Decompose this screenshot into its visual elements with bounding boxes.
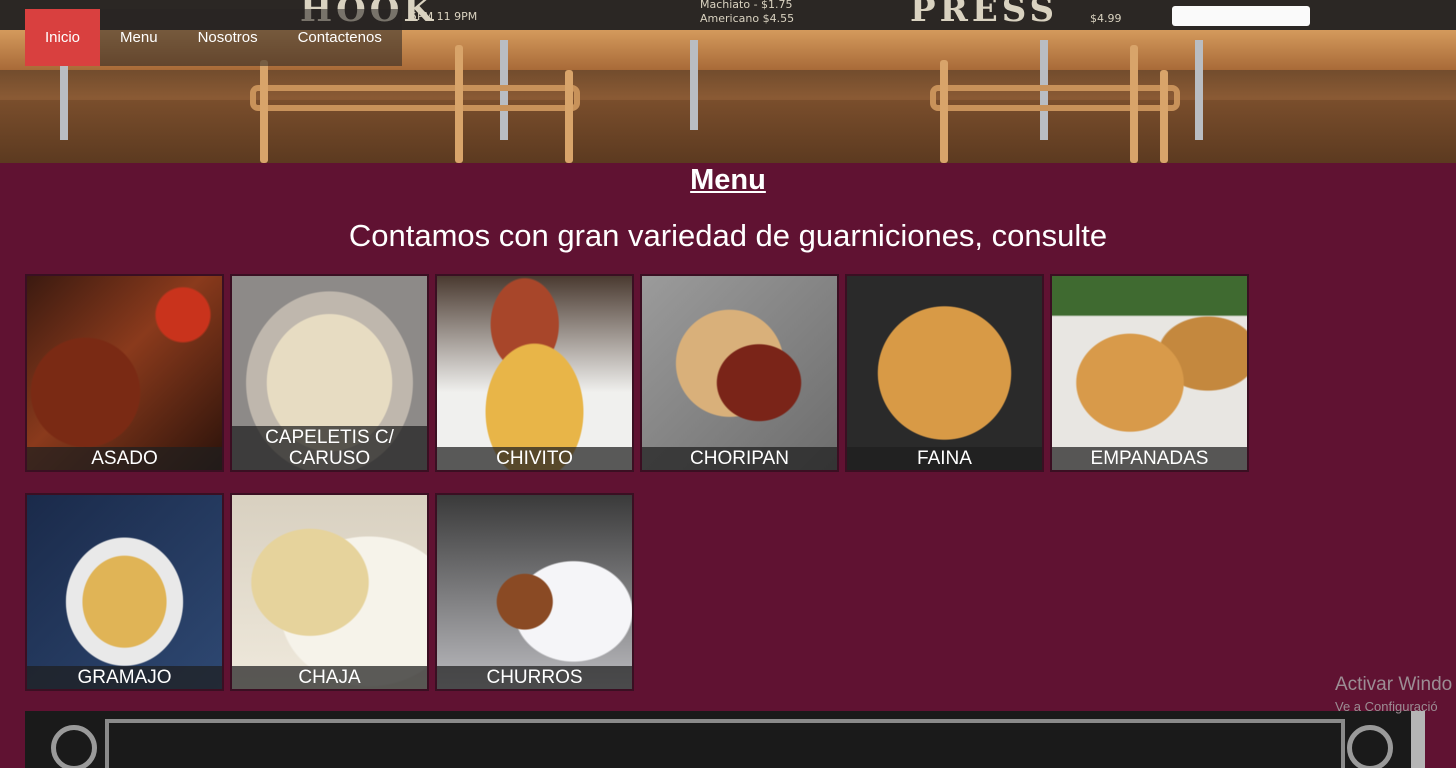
chalkboard-small-3: Americano $4.55 — [700, 12, 795, 25]
windows-activation-watermark: Activar Windo Ve a Configuració — [1335, 674, 1452, 714]
banner-ornament — [51, 725, 97, 768]
chair-leg — [1130, 45, 1138, 163]
choripan-image — [642, 276, 837, 470]
menu-grid: ASADO CAPELETIS C/ CARUSO CHIVITO CHORIP… — [25, 274, 1255, 691]
menu-card-label: ASADO — [27, 447, 222, 470]
menu-card-choripan[interactable]: CHORIPAN — [640, 274, 839, 472]
chair-leg — [1160, 70, 1168, 163]
menu-card-chaja[interactable]: CHAJA — [230, 493, 429, 691]
nav-item-contactenos[interactable]: Contactenos — [278, 9, 402, 66]
chair-seat — [930, 85, 1180, 111]
stool-pole — [690, 40, 698, 130]
faina-image — [847, 276, 1042, 470]
chair-leg — [260, 60, 268, 163]
chair-leg — [565, 70, 573, 163]
nav-item-nosotros[interactable]: Nosotros — [178, 9, 278, 66]
menu-card-label: CHIVITO — [437, 447, 632, 470]
chaja-image — [232, 495, 427, 689]
gramajo-image — [27, 495, 222, 689]
chalkboard-small-2: Machiato - $1.75 — [700, 0, 793, 11]
chalkboard-text-right: PRESS — [910, 0, 1059, 30]
blurred-region — [1172, 6, 1310, 26]
scrollbar[interactable] — [1411, 711, 1425, 768]
chalkboard-small-1: 5PM 11 9PM — [410, 10, 478, 23]
bottom-banner — [25, 711, 1425, 768]
menu-card-label: CHAJA — [232, 666, 427, 689]
menu-card-empanadas[interactable]: EMPANADAS — [1050, 274, 1249, 472]
asado-image — [27, 276, 222, 470]
menu-card-label: GRAMAJO — [27, 666, 222, 689]
menu-card-label: EMPANADAS — [1052, 447, 1247, 470]
menu-card-label: CHURROS — [437, 666, 632, 689]
menu-card-gramajo[interactable]: GRAMAJO — [25, 493, 224, 691]
menu-card-churros[interactable]: CHURROS — [435, 493, 634, 691]
chair-seat — [250, 85, 580, 111]
banner-frame — [105, 719, 1345, 768]
menu-card-label: CHORIPAN — [642, 447, 837, 470]
watermark-line-2: Ve a Configuració — [1335, 699, 1438, 714]
chair-leg — [940, 60, 948, 163]
chivito-image — [437, 276, 632, 470]
empanadas-image — [1052, 276, 1247, 470]
chair-leg — [455, 45, 463, 163]
menu-card-capeletis[interactable]: CAPELETIS C/ CARUSO — [230, 274, 429, 472]
menu-card-faina[interactable]: FAINA — [845, 274, 1044, 472]
main-nav: Inicio Menu Nosotros Contactenos — [25, 9, 402, 66]
nav-item-inicio[interactable]: Inicio — [25, 9, 101, 66]
menu-card-label: CAPELETIS C/ CARUSO — [232, 426, 427, 470]
churros-image — [437, 495, 632, 689]
menu-card-chivito[interactable]: CHIVITO — [435, 274, 634, 472]
menu-card-asado[interactable]: ASADO — [25, 274, 224, 472]
watermark-line-1: Activar Windo — [1335, 674, 1453, 695]
stool-pole — [1195, 40, 1203, 140]
chalkboard-small-4: $4.99 — [1090, 12, 1122, 25]
nav-item-menu[interactable]: Menu — [100, 9, 178, 66]
page-title: Menu — [690, 164, 766, 196]
floor — [0, 100, 1456, 163]
banner-ornament — [1347, 725, 1393, 768]
menu-card-label: FAINA — [847, 447, 1042, 470]
page-subtitle: Contamos con gran variedad de guarnicion… — [348, 218, 1108, 253]
